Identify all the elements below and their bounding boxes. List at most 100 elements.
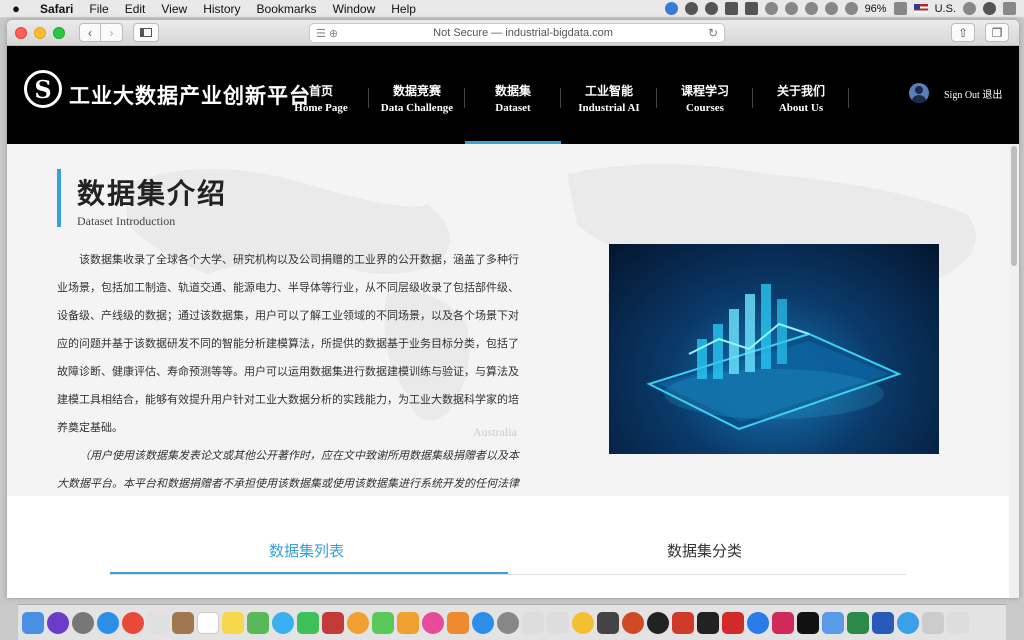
launchpad-icon[interactable] bbox=[72, 611, 94, 634]
status-app-icon[interactable] bbox=[664, 2, 678, 15]
tab-active-underline bbox=[110, 572, 508, 574]
menu-history[interactable]: History bbox=[195, 2, 248, 16]
app-icon[interactable] bbox=[897, 611, 919, 634]
bluetooth-icon[interactable] bbox=[804, 2, 818, 15]
clock-icon[interactable] bbox=[784, 2, 798, 15]
nav-item-dataset[interactable]: 数据集 Dataset bbox=[465, 82, 561, 114]
site-logo[interactable]: S bbox=[24, 70, 62, 108]
reload-icon[interactable]: ↻ bbox=[708, 26, 718, 40]
chrome-icon[interactable] bbox=[122, 611, 144, 634]
siri-icon[interactable] bbox=[983, 2, 996, 15]
page-subtitle: Dataset Introduction bbox=[77, 214, 176, 228]
nav-label-en: Data Challenge bbox=[380, 102, 454, 114]
tab-dataset-list[interactable]: 数据集列表 bbox=[269, 540, 344, 561]
minimize-window-button[interactable] bbox=[34, 26, 46, 39]
battery-percent[interactable]: 96% bbox=[865, 3, 887, 15]
menu-file[interactable]: File bbox=[81, 2, 116, 16]
sunflower-icon[interactable] bbox=[572, 611, 594, 634]
wifi-icon[interactable] bbox=[824, 2, 838, 15]
books-icon[interactable] bbox=[447, 611, 469, 634]
apple-menu-icon[interactable]: ● bbox=[0, 1, 32, 16]
title-accent-bar bbox=[57, 169, 61, 227]
status-app-icon[interactable] bbox=[684, 2, 698, 15]
volume-icon[interactable] bbox=[844, 2, 858, 15]
filezilla-icon[interactable] bbox=[672, 611, 694, 634]
photo-booth-icon[interactable] bbox=[322, 611, 344, 634]
status-app-icon[interactable] bbox=[704, 2, 718, 15]
back-button[interactable]: ‹ bbox=[79, 23, 101, 42]
qq-icon[interactable] bbox=[647, 611, 669, 634]
sidebar-icon bbox=[140, 28, 152, 37]
address-bar[interactable]: ☰ ⊕ Not Secure — industrial-bigdata.com … bbox=[309, 23, 725, 43]
share-button[interactable]: ⇧ bbox=[951, 23, 975, 42]
app-icon[interactable] bbox=[172, 611, 194, 634]
siri-icon[interactable] bbox=[47, 611, 69, 634]
pdf-icon[interactable] bbox=[722, 611, 744, 634]
nav-item-home[interactable]: 首页 Home Page bbox=[273, 82, 369, 114]
nav-item-data-challenge[interactable]: 数据竞赛 Data Challenge bbox=[369, 82, 465, 114]
help-icon[interactable] bbox=[522, 611, 544, 634]
menu-status-area: 96% U.S. bbox=[664, 2, 1024, 15]
user-avatar-icon[interactable] bbox=[909, 83, 929, 103]
nav-item-industrial-ai[interactable]: 工业智能 Industrial AI bbox=[561, 82, 657, 114]
photos-icon[interactable] bbox=[347, 611, 369, 634]
keynote-icon[interactable] bbox=[397, 611, 419, 634]
status-app-icon[interactable] bbox=[744, 2, 758, 15]
page-scrollbar[interactable] bbox=[1009, 144, 1019, 598]
numbers-icon[interactable] bbox=[372, 611, 394, 634]
app-store-icon[interactable] bbox=[472, 611, 494, 634]
intellij-icon[interactable] bbox=[797, 611, 819, 634]
scrollbar-thumb[interactable] bbox=[1011, 146, 1017, 266]
nav-label-en: Industrial AI bbox=[578, 102, 640, 114]
app-icon[interactable] bbox=[822, 611, 844, 634]
maximize-window-button[interactable] bbox=[53, 26, 65, 39]
menu-app-safari[interactable]: Safari bbox=[32, 2, 81, 16]
trash-icon[interactable] bbox=[947, 611, 969, 634]
nav-item-courses[interactable]: 课程学习 Courses bbox=[657, 82, 753, 114]
video-icon[interactable] bbox=[747, 611, 769, 634]
main-nav: 首页 Home Page 数据竞赛 Data Challenge 数据集 Dat… bbox=[273, 82, 849, 114]
status-app-icon[interactable] bbox=[724, 2, 738, 15]
menu-view[interactable]: View bbox=[153, 2, 195, 16]
system-preferences-icon[interactable] bbox=[497, 611, 519, 634]
nav-item-about-us[interactable]: 关于我们 About Us bbox=[753, 82, 849, 114]
map-label-australia: Australia bbox=[473, 425, 517, 439]
reader-view-icon[interactable]: ☰ ⊕ bbox=[316, 27, 338, 40]
messages-icon[interactable] bbox=[272, 611, 294, 634]
address-text[interactable]: Not Secure — industrial-bigdata.com bbox=[338, 27, 708, 39]
menu-help[interactable]: Help bbox=[383, 2, 424, 16]
input-source-label[interactable]: U.S. bbox=[935, 3, 956, 15]
us-flag-icon[interactable] bbox=[913, 4, 928, 13]
sign-out-link[interactable]: Sign Out 退出 bbox=[944, 86, 1002, 101]
help-icon[interactable] bbox=[547, 611, 569, 634]
safari-icon[interactable] bbox=[97, 611, 119, 634]
menu-edit[interactable]: Edit bbox=[117, 2, 154, 16]
forward-button[interactable]: › bbox=[101, 23, 123, 42]
terminal-icon[interactable] bbox=[697, 611, 719, 634]
menu-window[interactable]: Window bbox=[325, 2, 384, 16]
status-app-icon[interactable] bbox=[764, 2, 778, 15]
menu-bookmarks[interactable]: Bookmarks bbox=[249, 2, 325, 16]
app-icon[interactable] bbox=[597, 611, 619, 634]
battery-icon[interactable] bbox=[893, 2, 907, 15]
music-icon[interactable] bbox=[422, 611, 444, 634]
powerpoint-icon[interactable] bbox=[622, 611, 644, 634]
notification-center-icon[interactable] bbox=[1003, 2, 1016, 15]
spotlight-search-icon[interactable] bbox=[963, 2, 976, 15]
tabs-overview-button[interactable]: ❐ bbox=[985, 23, 1009, 42]
tabs-divider bbox=[110, 574, 906, 575]
finder-icon[interactable] bbox=[22, 611, 44, 634]
nav-label-zh: 关于我们 bbox=[776, 84, 825, 98]
word-icon[interactable] bbox=[872, 611, 894, 634]
notes-icon[interactable] bbox=[222, 611, 244, 634]
app-icon[interactable] bbox=[922, 611, 944, 634]
maps-icon[interactable] bbox=[247, 611, 269, 634]
tab-dataset-category[interactable]: 数据集分类 bbox=[667, 540, 742, 561]
app-icon[interactable] bbox=[147, 611, 169, 634]
facetime-icon[interactable] bbox=[297, 611, 319, 634]
sidebar-toggle-button[interactable] bbox=[133, 23, 159, 42]
app-icon[interactable] bbox=[772, 611, 794, 634]
close-window-button[interactable] bbox=[15, 26, 27, 39]
calendar-icon[interactable] bbox=[197, 611, 219, 634]
excel-icon[interactable] bbox=[847, 611, 869, 634]
